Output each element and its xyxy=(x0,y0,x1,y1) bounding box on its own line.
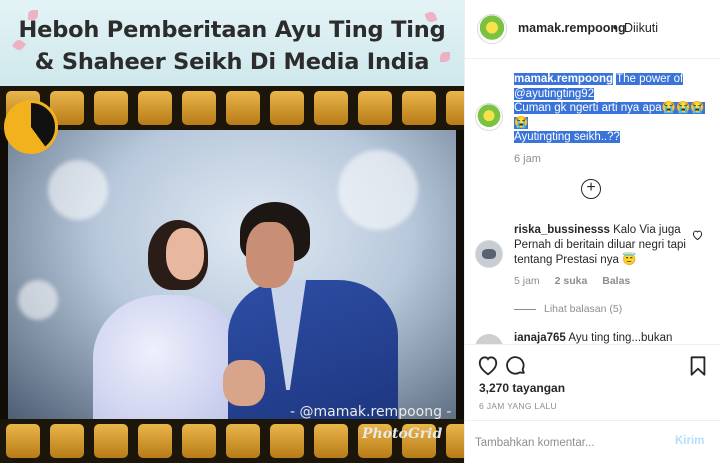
plus-circle-icon[interactable]: + xyxy=(581,179,601,199)
comment-avatar[interactable] xyxy=(475,240,503,268)
post-caption: mamak.rempoong The power of @ayutingting… xyxy=(514,72,714,145)
watermark-text: - @mamak.rempoong - xyxy=(290,404,452,420)
channel-logo xyxy=(4,100,58,154)
view-count[interactable]: 3,270 tayangan xyxy=(479,381,565,395)
caption-line: Cuman gk ngerti arti nya apa😭😭😭 xyxy=(514,102,705,115)
woman-figure xyxy=(93,295,243,420)
caption-line: The power of xyxy=(616,73,684,85)
header-separator: • xyxy=(613,21,618,35)
header-username[interactable]: mamak.rempoong xyxy=(518,21,626,35)
post-comment-button[interactable]: Kirim xyxy=(675,435,704,447)
woman-face xyxy=(166,228,204,280)
follow-status-button[interactable]: Diikuti xyxy=(624,21,658,35)
comment-likes[interactable]: 2 suka xyxy=(555,275,588,287)
caption-line: 😭 xyxy=(514,116,529,129)
bookmark-icon[interactable] xyxy=(687,355,709,377)
video-scene xyxy=(8,130,456,420)
post-actions xyxy=(465,344,720,383)
stage-light xyxy=(48,160,108,220)
post-media[interactable]: Heboh Pemberitaan Ayu Ting Ting & Shahee… xyxy=(0,0,464,463)
comment-text: ianaja765 Ayu ting ting...bukan xyxy=(514,331,694,344)
comment-meta: 5 jam 2 suka Balas xyxy=(514,275,642,287)
post-side-panel: mamak.rempoong • Diikuti mamak.rempoong … xyxy=(464,0,720,463)
heart-icon[interactable] xyxy=(692,229,703,243)
hands xyxy=(223,360,265,406)
caption-mention[interactable]: @ayutingting92 xyxy=(514,87,595,100)
comment-input[interactable] xyxy=(473,430,667,456)
reply-button[interactable]: Balas xyxy=(602,275,630,287)
comment-icon[interactable] xyxy=(505,355,527,377)
view-replies-label: Lihat balasan (5) xyxy=(544,303,623,315)
media-banner: Heboh Pemberitaan Ayu Ting Ting & Shahee… xyxy=(0,0,464,86)
comment-body: Ayu ting ting...bukan xyxy=(568,332,673,344)
post-header: mamak.rempoong • Diikuti xyxy=(465,0,720,59)
comment-timestamp: 5 jam xyxy=(514,275,540,287)
film-strip-top xyxy=(0,86,464,130)
heart-icon[interactable] xyxy=(477,355,499,377)
comments-list[interactable]: mamak.rempoong The power of @ayutingting… xyxy=(465,59,720,344)
caption-username[interactable]: mamak.rempoong xyxy=(514,73,614,85)
comment-avatar[interactable] xyxy=(475,334,503,344)
comment-username[interactable]: riska_bussinesss xyxy=(514,224,610,236)
photogrid-watermark: PhotoGrid xyxy=(362,426,443,442)
man-face xyxy=(246,222,294,288)
comment-text: riska_bussinesss Kalo Via juga Pernah di… xyxy=(514,223,690,269)
avatar[interactable] xyxy=(477,14,507,44)
caption-avatar[interactable] xyxy=(475,103,503,131)
view-replies-button[interactable]: Lihat balasan (5) xyxy=(514,303,622,315)
media-banner-title: Heboh Pemberitaan Ayu Ting Ting & Shahee… xyxy=(18,17,446,75)
stage-light xyxy=(338,150,418,230)
film-frame: - @mamak.rempoong - PhotoGrid xyxy=(0,86,464,463)
comment-username[interactable]: ianaja765 xyxy=(514,332,566,344)
caption-line: Ayutingting seikh..?? xyxy=(514,131,620,144)
stage-light xyxy=(18,280,58,320)
comment-composer: Kirim xyxy=(465,420,720,464)
caption-timestamp: 6 jam xyxy=(514,153,541,165)
post-timestamp: 6 JAM YANG LALU xyxy=(479,401,557,411)
